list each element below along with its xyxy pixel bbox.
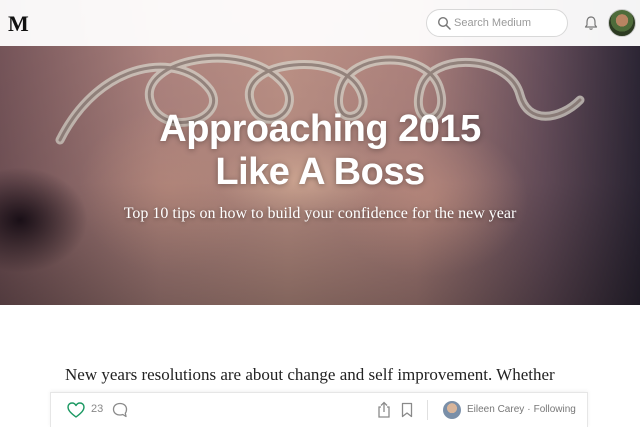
recommend-count: 23 [91,403,104,415]
search-icon [437,16,451,30]
recommend-heart-icon[interactable] [66,400,86,420]
article-title-line-2: Like A Boss [215,151,425,193]
follow-status[interactable]: Following [534,404,576,415]
bookmark-icon[interactable] [400,402,414,418]
notifications-button[interactable] [578,10,604,36]
article-title-line-1: Approaching 2015 [159,108,481,150]
bell-icon [584,16,598,30]
article-title: Approaching 2015 Like A Boss [0,108,640,194]
author-info: Eileen Carey · Following [467,404,576,415]
article-action-bar: 23 Eileen Carey · Following [50,392,588,427]
search-box[interactable] [426,9,568,37]
search-input[interactable] [454,13,564,33]
author-avatar[interactable] [443,401,461,419]
author-name[interactable]: Eileen Carey [467,404,524,415]
author-separator: · [527,404,531,415]
article-body-first-line: New years resolutions are about change a… [65,365,555,384]
action-bar-divider [427,400,428,420]
comment-bubble-icon[interactable] [111,401,129,419]
share-icon[interactable] [376,401,392,419]
medium-logo[interactable]: M [8,11,29,37]
article-subtitle: Top 10 tips on how to build your confide… [123,205,517,222]
user-avatar[interactable] [608,9,636,37]
top-navigation-bar: M [0,0,640,46]
